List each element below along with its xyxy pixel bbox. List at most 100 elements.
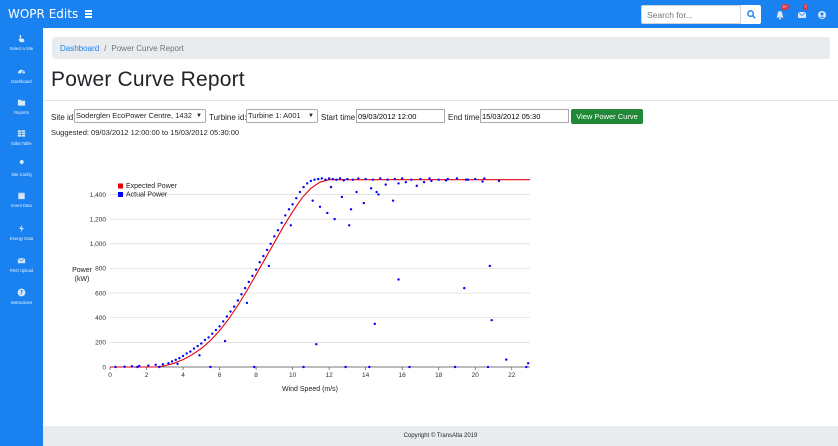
actual-power-point bbox=[362, 201, 366, 205]
sidebar-item-energy-data[interactable]: Energy Data bbox=[0, 224, 43, 241]
y-tick-label: 200 bbox=[95, 340, 106, 347]
sidebar-item-rso-upload[interactable]: RSO Upload bbox=[0, 256, 43, 273]
actual-power-point bbox=[351, 178, 355, 181]
actual-power-point bbox=[198, 354, 201, 357]
user-circle-icon bbox=[818, 11, 826, 19]
actual-power-point bbox=[497, 179, 501, 183]
breadcrumb-separator: / bbox=[104, 43, 107, 53]
start-time-input[interactable] bbox=[356, 109, 445, 123]
sidebar-item-label: Event Data bbox=[11, 203, 32, 208]
actual-power-point bbox=[265, 248, 269, 252]
actual-power-point bbox=[327, 177, 331, 180]
actual-power-point bbox=[437, 178, 440, 181]
actual-power-point bbox=[178, 356, 181, 360]
menu-toggle-icon[interactable] bbox=[85, 10, 95, 18]
y-tick-label: 400 bbox=[95, 315, 106, 322]
actual-power-point bbox=[329, 185, 333, 189]
actual-power-point bbox=[174, 358, 177, 362]
sidebar-item-label: Reports bbox=[14, 110, 29, 115]
sidebar-item-instructions[interactable]: ? Instructions bbox=[0, 288, 43, 305]
messages-badge: 7 bbox=[803, 4, 809, 10]
actual-power-point bbox=[306, 182, 309, 185]
breadcrumb-dashboard-link[interactable]: Dashboard bbox=[60, 44, 99, 53]
actual-power-point bbox=[253, 365, 256, 369]
actual-power-point bbox=[267, 264, 271, 268]
actual-power-point bbox=[295, 196, 298, 200]
turbine-id-value: Turbine 1: A001 bbox=[248, 111, 301, 120]
actual-power-point bbox=[313, 178, 316, 181]
y-tick-label: 0 bbox=[102, 364, 106, 371]
sidebar-item-site-config[interactable]: Site Config bbox=[0, 160, 43, 177]
sidebar-item-reports[interactable]: Reports bbox=[0, 98, 43, 115]
actual-power-point bbox=[408, 365, 411, 369]
actual-power-point bbox=[223, 339, 227, 343]
footer: Copyright © TransAlta 2019 bbox=[43, 426, 838, 446]
question-icon: ? bbox=[17, 288, 26, 297]
actual-power-point bbox=[291, 203, 294, 206]
actual-power-point bbox=[335, 178, 338, 181]
actual-power-point bbox=[379, 177, 382, 180]
sidebar-item-dashboard[interactable]: Dashboard bbox=[0, 67, 43, 84]
actual-power-point bbox=[262, 254, 265, 258]
bell-icon bbox=[776, 11, 784, 20]
actual-power-point bbox=[455, 177, 459, 180]
turbine-id-select[interactable]: Turbine 1: A001 ▼ bbox=[246, 109, 318, 123]
actual-power-point bbox=[200, 342, 203, 345]
actual-power-point bbox=[453, 365, 457, 369]
actual-power-point bbox=[346, 177, 349, 181]
actual-power-point bbox=[251, 274, 254, 278]
actual-power-point bbox=[273, 235, 276, 238]
actual-power-point bbox=[526, 362, 530, 365]
actual-power-point bbox=[349, 208, 353, 211]
actual-power-point bbox=[488, 264, 492, 268]
actual-power-point bbox=[419, 177, 422, 181]
actual-power-point bbox=[384, 183, 387, 186]
sidebar-item-select-site[interactable]: Select a Site bbox=[0, 34, 43, 51]
sidebar: Select a Site Dashboard Reports Edits Ta… bbox=[0, 28, 43, 446]
end-time-input[interactable] bbox=[480, 109, 569, 123]
sidebar-item-event-data[interactable]: Event Data bbox=[0, 191, 43, 208]
view-power-curve-button[interactable]: View Power Curve bbox=[571, 109, 643, 124]
actual-power-point bbox=[136, 365, 139, 369]
x-tick-label: 10 bbox=[289, 372, 297, 379]
breadcrumb-current: Power Curve Report bbox=[111, 43, 184, 53]
actual-power-point bbox=[154, 363, 157, 366]
x-tick-label: 4 bbox=[181, 372, 185, 379]
sidebar-item-label: RSO Upload bbox=[9, 268, 34, 273]
actual-power-point bbox=[326, 211, 329, 215]
actual-power-point bbox=[316, 177, 320, 181]
start-time-label: Start time: bbox=[321, 113, 358, 122]
actual-power-point bbox=[207, 336, 210, 339]
alerts-button[interactable]: 9+ bbox=[775, 4, 789, 21]
sidebar-item-label: Edits Table bbox=[11, 141, 32, 146]
x-tick-label: 2 bbox=[145, 372, 149, 379]
actual-power-point bbox=[192, 347, 196, 350]
site-id-select[interactable]: Soderglen EcoPower Centre, 1432 ▼ bbox=[74, 109, 206, 123]
actual-power-point bbox=[444, 179, 448, 182]
y-tick-label: 1,200 bbox=[90, 216, 107, 223]
actual-power-point bbox=[490, 318, 493, 322]
actual-power-point bbox=[466, 178, 470, 181]
actual-power-point bbox=[397, 278, 400, 281]
app-title[interactable]: WOPR Edits bbox=[8, 7, 78, 21]
search-button[interactable] bbox=[741, 5, 761, 24]
x-tick-label: 16 bbox=[399, 372, 407, 379]
actual-power-point bbox=[245, 301, 249, 305]
user-menu-button[interactable] bbox=[817, 7, 831, 21]
messages-button[interactable]: 7 bbox=[797, 4, 811, 21]
actual-power-point bbox=[147, 364, 150, 367]
search-input[interactable] bbox=[641, 5, 741, 24]
actual-power-point bbox=[318, 205, 322, 209]
sidebar-item-label: Dashboard bbox=[11, 79, 32, 84]
actual-power-point bbox=[377, 193, 380, 196]
x-tick-label: 0 bbox=[108, 372, 112, 379]
sidebar-item-edits-table[interactable]: Edits Table bbox=[0, 129, 43, 146]
actual-power-point bbox=[209, 365, 212, 369]
actual-power-point bbox=[315, 343, 318, 346]
chevron-down-icon: ▼ bbox=[308, 113, 314, 119]
actual-power-point bbox=[203, 338, 207, 342]
actual-power-point bbox=[302, 185, 305, 189]
sidebar-item-label: Site Config bbox=[11, 172, 32, 177]
actual-power-point bbox=[415, 184, 418, 188]
actual-power-point bbox=[410, 178, 413, 181]
